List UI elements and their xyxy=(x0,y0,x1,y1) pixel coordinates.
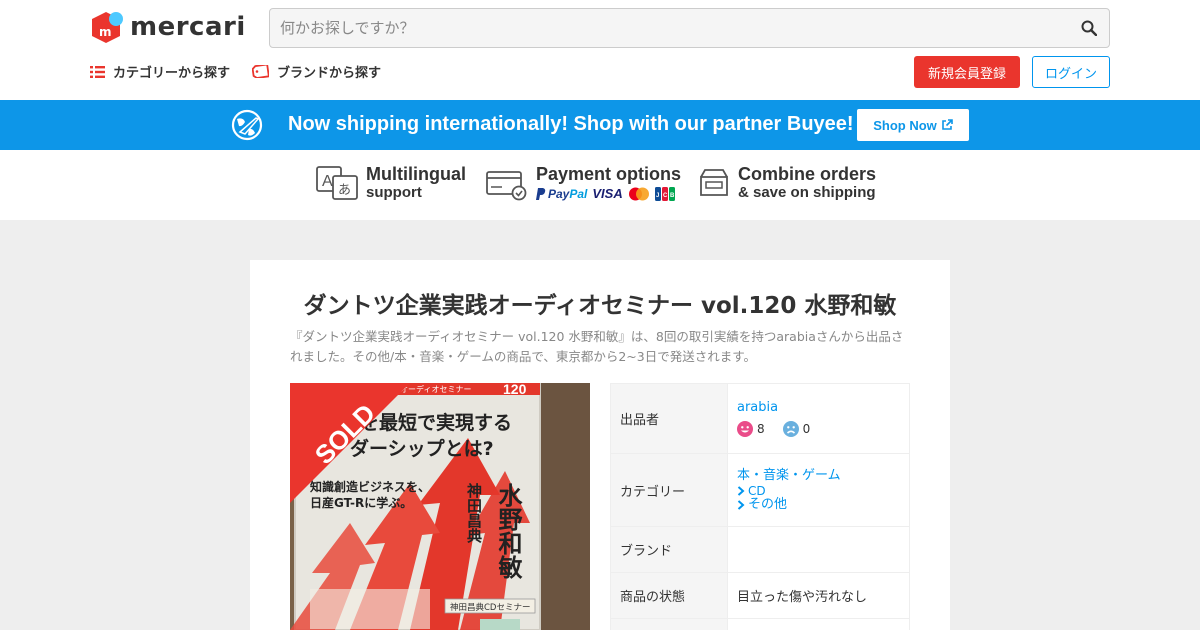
brand-row: ブランド xyxy=(610,526,910,573)
shop-now-button[interactable]: Shop Now xyxy=(857,109,969,141)
category-sub2-label: その他 xyxy=(748,497,788,512)
mercari-logo[interactable]: m mercari xyxy=(90,10,246,44)
search-input[interactable] xyxy=(270,9,1069,47)
feature-multilingual-subtitle: support xyxy=(366,184,422,201)
nav-brand[interactable]: ブランドから探す xyxy=(252,62,381,81)
shop-now-label: Shop Now xyxy=(873,117,937,133)
category-label: カテゴリー xyxy=(610,453,728,527)
category-sub1-link[interactable]: CD xyxy=(737,484,909,498)
item-photo[interactable]: オーディオセミナー 120 を最短で実現する ダーシップとは? 知識創造ビジネス… xyxy=(290,383,590,630)
nav-brand-label: ブランドから探す xyxy=(277,66,382,81)
photo-headline2: ダーシップとは? xyxy=(350,437,494,460)
condition-row: 商品の状態 目立った傷や汚れなし xyxy=(610,572,910,619)
search-icon xyxy=(1081,20,1097,36)
good-rating-count: 8 xyxy=(757,422,765,436)
category-sub1-label: CD xyxy=(748,484,766,498)
globe-plane-icon xyxy=(231,109,263,141)
photo-author-big: 水野和敏 xyxy=(494,483,523,580)
category-main-link[interactable]: 本・音楽・ゲーム xyxy=(737,468,909,484)
tag-icon xyxy=(252,65,270,78)
visa-logo: VISA xyxy=(592,186,623,201)
item-details-table: 出品者 arabia 8 0 カテゴリー 本・音楽・ゲーム CD その他 ブラン… xyxy=(610,383,910,630)
feature-combine: Combine orders & save on shipping xyxy=(698,165,876,201)
svg-text:A: A xyxy=(322,173,333,190)
feature-payment-title: Payment options xyxy=(536,164,682,184)
site-header: m mercari カテゴリーから探す ブランドから探す xyxy=(0,0,1200,100)
svg-text:あ: あ xyxy=(338,183,351,198)
sub-navigation: カテゴリーから探す ブランドから探す xyxy=(90,62,381,81)
item-card: ダントツ企業実践オーディオセミナー vol.120 水野和敏 『ダントツ企業実践… xyxy=(250,260,950,630)
condition-value: 目立った傷や汚れなし xyxy=(727,572,910,619)
good-rating-icon xyxy=(737,421,753,437)
photo-headline1: を最短で実現する xyxy=(360,411,512,434)
paypal-pal: Pal xyxy=(569,186,588,201)
svg-text:C: C xyxy=(663,193,668,199)
seller-cell: arabia 8 0 xyxy=(727,383,910,454)
brand-label: ブランド xyxy=(610,526,728,573)
seller-row: 出品者 arabia 8 0 xyxy=(610,383,910,454)
feature-multilingual-title: Multilingual xyxy=(366,164,466,184)
svg-text:J: J xyxy=(656,193,659,199)
photo-number: 120 xyxy=(503,383,527,397)
feature-combine-title: Combine orders xyxy=(738,164,877,184)
photo-tagline1: 知識創造ビジネスを、 xyxy=(309,479,430,494)
payment-logos: PayPal VISA J C B xyxy=(536,185,681,202)
seller-label: 出品者 xyxy=(610,383,728,454)
search-button[interactable] xyxy=(1069,9,1109,47)
paypal-icon xyxy=(536,187,546,200)
svg-text:m: m xyxy=(99,25,112,39)
item-description: 『ダントツ企業実践オーディオセミナー vol.120 水野和敏』は、8回の取引実… xyxy=(290,329,904,364)
register-button[interactable]: 新規会員登録 xyxy=(914,56,1020,88)
bad-rating-count: 0 xyxy=(802,422,811,436)
chevron-right-icon xyxy=(737,486,745,496)
photo-author-small: 神田昌典 xyxy=(465,482,483,544)
svg-text:B: B xyxy=(670,193,675,199)
next-row-value xyxy=(727,618,910,630)
next-row-label xyxy=(610,618,728,630)
box-icon xyxy=(700,169,728,196)
condition-label: 商品の状態 xyxy=(610,572,728,619)
photo-series: オーディオセミナー xyxy=(400,384,471,394)
shipping-banner: Now shipping internationally! Shop with … xyxy=(0,100,1200,150)
cd-cover-image: オーディオセミナー 120 を最短で実現する ダーシップとは? 知識創造ビジネス… xyxy=(290,383,590,630)
jcb-icon: J C B xyxy=(654,186,675,201)
chevron-right-icon xyxy=(737,500,745,510)
category-row: カテゴリー 本・音楽・ゲーム CD その他 xyxy=(610,453,910,527)
photo-tagline2: 日産GT-Rに学ぶ。 xyxy=(310,495,412,510)
search-bar xyxy=(269,8,1110,48)
features-strip: A あ Multilingual support Payment options… xyxy=(0,150,1200,220)
banner-text: Now shipping internationally! Shop with … xyxy=(288,113,854,135)
category-cell: 本・音楽・ゲーム CD その他 xyxy=(727,453,910,527)
paypal-pay: Pay xyxy=(548,186,570,201)
photo-footer: 神田昌典CDセミナー xyxy=(450,602,530,613)
translate-icon: A あ xyxy=(316,166,358,200)
mastercard-icon xyxy=(628,187,649,200)
logo-text: mercari xyxy=(130,12,246,42)
seller-name-link[interactable]: arabia xyxy=(737,400,909,415)
list-icon xyxy=(90,65,105,78)
nav-category-label: カテゴリーから探す xyxy=(113,66,231,81)
feature-multilingual: A あ Multilingual support xyxy=(316,165,466,201)
nav-category[interactable]: カテゴリーから探す xyxy=(90,62,230,81)
bad-rating-icon xyxy=(782,421,799,437)
credit-card-icon xyxy=(486,170,527,200)
category-sub2-link[interactable]: その他 xyxy=(737,498,909,512)
login-button[interactable]: ログイン xyxy=(1032,56,1110,88)
feature-payment: Payment options PayPal VISA J C B xyxy=(486,165,681,202)
item-title: ダントツ企業実践オーディオセミナー vol.120 水野和敏 xyxy=(303,293,897,319)
paypal-logo: PayPal xyxy=(536,187,587,201)
external-link-icon xyxy=(941,119,953,130)
next-row xyxy=(610,618,910,630)
brand-value xyxy=(727,526,910,573)
feature-combine-subtitle: & save on shipping xyxy=(738,184,876,201)
seller-rating: 8 0 xyxy=(737,421,909,437)
logo-mark-icon: m xyxy=(92,12,123,43)
